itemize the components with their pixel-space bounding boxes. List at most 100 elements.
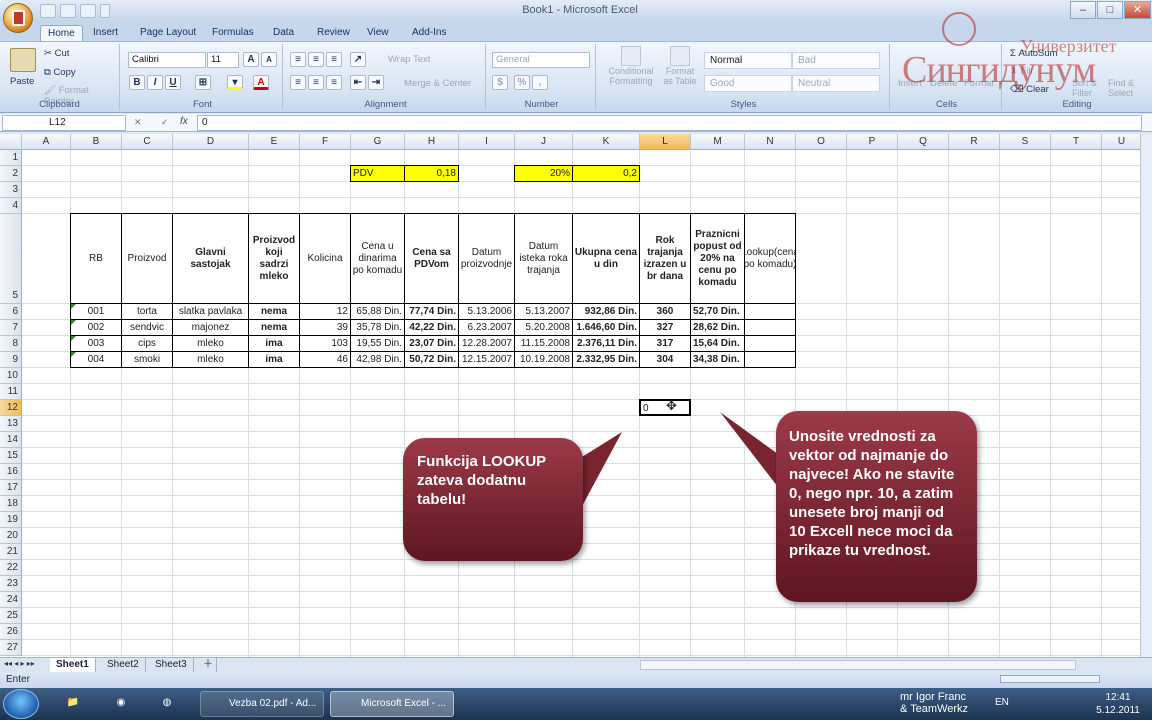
font-name-select[interactable]: Calibri <box>128 52 206 68</box>
style-neutral[interactable]: Neutral <box>792 75 880 92</box>
formula-input[interactable]: 0 <box>197 115 1142 131</box>
row-header-17[interactable]: 17 <box>0 480 22 496</box>
select-all-corner[interactable] <box>0 134 22 150</box>
row-header-24[interactable]: 24 <box>0 592 22 608</box>
align-middle-icon[interactable]: ≡ <box>308 52 324 67</box>
wrap-text-button[interactable]: Wrap Text <box>388 54 430 65</box>
insert-function-icon[interactable]: fx <box>180 116 188 127</box>
row-header-3[interactable]: 3 <box>0 182 22 198</box>
active-cell[interactable]: 0 <box>639 399 691 416</box>
style-bad[interactable]: Bad <box>792 52 880 69</box>
font-size-select[interactable]: 11 <box>207 52 239 68</box>
row-header-12[interactable]: 12 <box>0 400 22 416</box>
table-cell[interactable]: 12 <box>299 303 351 320</box>
increase-indent-icon[interactable]: ⇥ <box>368 75 384 90</box>
explorer-icon[interactable]: 📁 <box>58 691 88 717</box>
undo-icon[interactable] <box>60 4 76 18</box>
table-cell[interactable]: 327 <box>639 319 691 336</box>
row-header-26[interactable]: 26 <box>0 624 22 640</box>
row-header-14[interactable]: 14 <box>0 432 22 448</box>
sheet-tab-3[interactable]: Sheet3 <box>149 658 194 672</box>
table-cell[interactable]: 2.376,11 Din. <box>572 335 640 352</box>
save-icon[interactable] <box>40 4 56 18</box>
row-header-1[interactable]: 1 <box>0 150 22 166</box>
row-header-22[interactable]: 22 <box>0 560 22 576</box>
name-box[interactable]: L12 <box>2 115 126 131</box>
table-cell[interactable]: 12.28.2007 <box>458 335 515 352</box>
row-header-9[interactable]: 9 <box>0 352 22 368</box>
table-cell[interactable]: 50,72 Din. <box>404 351 459 368</box>
firefox-icon[interactable]: ◍ <box>152 691 182 717</box>
orientation-icon[interactable]: ↗ <box>350 52 366 67</box>
row-header-23[interactable]: 23 <box>0 576 22 592</box>
col-header-A[interactable]: A <box>22 134 71 150</box>
table-cell[interactable]: slatka pavlaka <box>172 303 249 320</box>
paste-button[interactable]: Paste <box>10 76 34 87</box>
table-cell[interactable]: 46 <box>299 351 351 368</box>
table-cell[interactable]: 5.20.2008 <box>514 319 573 336</box>
percent-button[interactable]: % <box>514 75 530 90</box>
col-header-P[interactable]: P <box>847 134 898 150</box>
table-cell[interactable]: 15,64 Din. <box>690 335 745 352</box>
tab-insert[interactable]: Insert <box>86 25 125 42</box>
table-cell[interactable]: mleko <box>172 335 249 352</box>
underline-button[interactable]: U <box>165 75 181 90</box>
row-header-4[interactable]: 4 <box>0 198 22 214</box>
decrease-indent-icon[interactable]: ⇤ <box>350 75 366 90</box>
style-good[interactable]: Good <box>704 75 792 92</box>
table-cell[interactable]: 28,62 Din. <box>690 319 745 336</box>
col-header-S[interactable]: S <box>1000 134 1051 150</box>
taskbar-excel[interactable]: Microsoft Excel - ... <box>330 691 454 717</box>
table-cell[interactable]: 304 <box>639 351 691 368</box>
row-header-5[interactable]: 5 <box>0 214 22 304</box>
table-cell[interactable]: 932,86 Din. <box>572 303 640 320</box>
row-header-6[interactable]: 6 <box>0 304 22 320</box>
table-cell[interactable]: 35,78 Din. <box>350 319 405 336</box>
col-header-U[interactable]: U <box>1102 134 1140 150</box>
table-cell[interactable]: mleko <box>172 351 249 368</box>
table-cell[interactable]: 65,88 Din. <box>350 303 405 320</box>
number-format-select[interactable]: General <box>492 52 590 68</box>
vertical-scrollbar[interactable] <box>1140 134 1152 657</box>
bold-button[interactable]: B <box>129 75 145 90</box>
row-header-21[interactable]: 21 <box>0 544 22 560</box>
cut-button[interactable]: ✂ Cut <box>44 48 69 59</box>
sheet-tab-1[interactable]: Sheet1 <box>50 658 96 672</box>
col-header-F[interactable]: F <box>300 134 351 150</box>
table-cell[interactable]: 002 <box>70 319 122 336</box>
table-cell[interactable]: 42,22 Din. <box>404 319 459 336</box>
align-left-icon[interactable]: ≡ <box>290 75 306 90</box>
align-bottom-icon[interactable]: ≡ <box>326 52 342 67</box>
tab-view[interactable]: View <box>360 25 396 42</box>
row-header-19[interactable]: 19 <box>0 512 22 528</box>
insert-sheet-icon[interactable]: ＋ <box>197 658 217 672</box>
table-cell[interactable]: nema <box>248 319 300 336</box>
row-header-11[interactable]: 11 <box>0 384 22 400</box>
table-cell[interactable] <box>744 303 796 320</box>
table-cell[interactable]: 2.332,95 Din. <box>572 351 640 368</box>
font-color-icon[interactable]: A <box>253 75 269 90</box>
sheet-tab-2[interactable]: Sheet2 <box>101 658 146 672</box>
table-cell[interactable]: 6.23.2007 <box>458 319 515 336</box>
row-header-27[interactable]: 27 <box>0 640 22 656</box>
row-header-7[interactable]: 7 <box>0 320 22 336</box>
table-cell[interactable]: 23,07 Din. <box>404 335 459 352</box>
table-cell[interactable]: 34,38 Din. <box>690 351 745 368</box>
table-cell[interactable]: 10.19.2008 <box>514 351 573 368</box>
tab-home[interactable]: Home <box>40 25 83 42</box>
col-header-H[interactable]: H <box>405 134 459 150</box>
table-cell[interactable]: 103 <box>299 335 351 352</box>
start-button[interactable] <box>3 689 39 719</box>
tab-review[interactable]: Review <box>310 25 357 42</box>
table-cell[interactable] <box>744 351 796 368</box>
col-header-T[interactable]: T <box>1051 134 1102 150</box>
tab-data[interactable]: Data <box>266 25 301 42</box>
fill-color-icon[interactable]: ▾ <box>227 75 243 90</box>
table-cell[interactable]: ima <box>248 335 300 352</box>
chrome-icon[interactable]: ◉ <box>106 691 136 717</box>
table-cell[interactable]: 360 <box>639 303 691 320</box>
table-cell[interactable]: nema <box>248 303 300 320</box>
row-header-16[interactable]: 16 <box>0 464 22 480</box>
row-header-10[interactable]: 10 <box>0 368 22 384</box>
horizontal-scrollbar[interactable] <box>640 660 1076 670</box>
